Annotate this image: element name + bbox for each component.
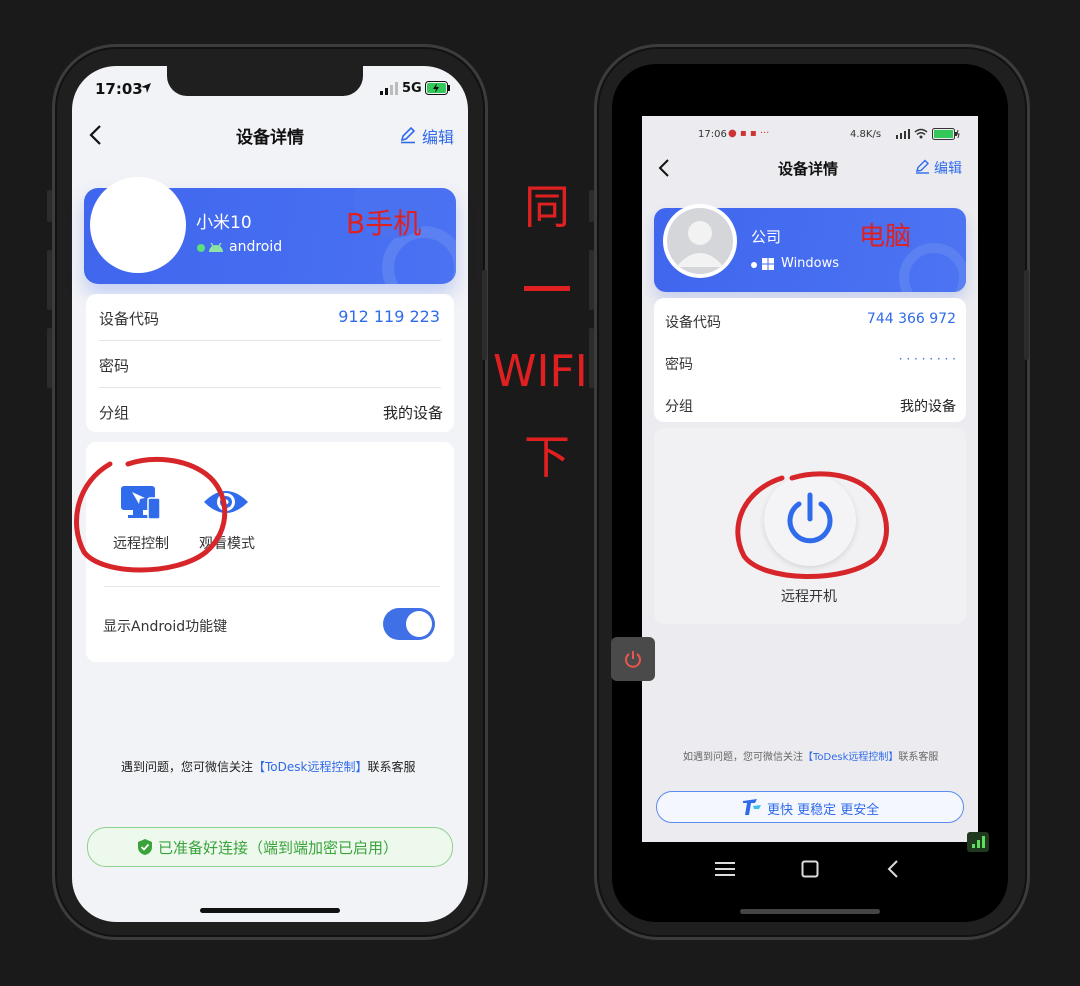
device-name: 小米10 <box>196 213 252 233</box>
left-phone-volume-up <box>47 250 52 310</box>
toggle-knob <box>406 611 432 637</box>
r-power-label: 远程开机 <box>781 589 837 605</box>
r-device-code-value: 744 366 972 <box>866 311 956 327</box>
nav-back-icon[interactable] <box>886 859 900 879</box>
r-battery-icon <box>932 128 960 140</box>
device-os: android <box>229 239 283 255</box>
r-status-speed: 4.8K/s <box>850 129 882 140</box>
r-edit-pencil-icon[interactable] <box>915 159 930 174</box>
promo-banner-text: 更快 更稳定 更安全 <box>767 803 880 818</box>
annotation-b-phone: B手机 <box>346 207 422 240</box>
device-code-value: 912 119 223 <box>338 307 440 326</box>
network-type: 5G <box>402 81 422 96</box>
home-square-icon[interactable] <box>801 860 819 878</box>
floating-power-icon <box>625 651 641 668</box>
left-phone-power-key <box>482 270 487 360</box>
edit-pencil-icon[interactable] <box>399 126 417 144</box>
annotation-same: 同 <box>524 180 570 234</box>
right-phone-notch <box>710 64 906 94</box>
device-code-label: 设备代码 <box>99 310 160 328</box>
divider <box>104 586 440 587</box>
r-status-notification-icons: ● ▪ ▪ ··· <box>728 128 770 139</box>
divider <box>99 340 441 341</box>
annotation-under: 下 <box>524 430 570 484</box>
menu-lines-icon[interactable] <box>714 861 736 877</box>
back-chevron-icon[interactable] <box>88 124 104 146</box>
device-avatar <box>90 177 186 273</box>
todesk-wechat-link[interactable]: 【ToDesk远程控制】 <box>253 760 367 774</box>
right-phone-volume-down <box>589 328 594 388</box>
r-signal-icon <box>896 129 910 139</box>
annotation-computer: 电脑 <box>859 222 912 252</box>
r-edit-button[interactable]: 编辑 <box>934 158 962 178</box>
r-page-title: 设备详情 <box>778 160 839 178</box>
online-status-dot <box>197 244 205 252</box>
floating-power-shortcut[interactable] <box>611 637 655 681</box>
r-device-code-label: 设备代码 <box>665 315 721 331</box>
r-back-chevron-icon[interactable] <box>657 158 671 178</box>
shield-check-icon <box>138 839 152 855</box>
help-suffix: 联系客服 <box>367 760 416 774</box>
divider <box>99 387 441 388</box>
battery-charging-icon <box>425 81 450 95</box>
right-phone-power-key <box>1024 270 1029 360</box>
signal-quality-icon <box>967 832 989 852</box>
r-device-avatar <box>663 204 737 278</box>
status-time: 17:03 <box>95 80 143 98</box>
r-online-dot <box>751 262 757 268</box>
todesk-logo-icon <box>743 799 761 815</box>
r-todesk-wechat-link[interactable]: 【ToDesk远程控制】 <box>803 752 898 763</box>
home-indicator <box>200 908 340 913</box>
help-text: 遇到问题，您可微信关注【ToDesk远程控制】联系客服 <box>121 758 416 775</box>
left-phone-volume-down <box>47 328 52 388</box>
left-phone-side-button <box>47 190 52 222</box>
windows-icon <box>762 258 774 270</box>
r-password-label[interactable]: 密码 <box>665 354 693 374</box>
connection-status-text: 已准备好连接（端到端加密已启用） <box>158 839 399 857</box>
r-help-prefix: 如遇到问题，您可微信关注 <box>683 752 803 763</box>
page-title: 设备详情 <box>236 128 304 148</box>
r-wifi-icon <box>914 128 928 139</box>
r-status-time: 17:06 <box>698 129 727 140</box>
annotation-one-dash <box>524 286 570 291</box>
r-device-name: 公司 <box>751 228 782 246</box>
location-arrow-icon <box>141 83 151 93</box>
android-keys-toggle[interactable] <box>383 608 435 640</box>
r-device-os: Windows <box>781 256 840 271</box>
right-phone-volume-up <box>589 250 594 310</box>
red-circle-annotation <box>74 456 228 573</box>
r-help-text: 如遇到问题，您可微信关注【ToDesk远程控制】联系客服 <box>683 748 938 763</box>
r-help-suffix: 联系客服 <box>898 752 939 763</box>
android-icon <box>209 242 223 252</box>
password-label[interactable]: 密码 <box>99 355 129 376</box>
connection-status-pill: 已准备好连接（端到端加密已启用） <box>87 827 453 867</box>
r-home-indicator <box>740 909 880 914</box>
left-phone-notch <box>167 64 363 96</box>
r-red-circle-annotation <box>735 471 889 579</box>
right-phone-side-button <box>589 190 594 222</box>
group-label[interactable]: 分组 <box>99 402 129 423</box>
signal-bars-icon <box>380 82 398 95</box>
android-keys-label: 显示Android功能键 <box>103 619 228 635</box>
r-group-label[interactable]: 分组 <box>665 396 693 416</box>
r-password-value: · · · · · · · · <box>898 352 956 366</box>
annotation-wifi: WIFI <box>493 346 588 397</box>
group-value[interactable]: 我的设备 <box>300 402 443 423</box>
r-group-value[interactable]: 我的设备 <box>820 396 956 416</box>
help-prefix: 遇到问题，您可微信关注 <box>121 760 254 774</box>
edit-button[interactable]: 编辑 <box>422 124 454 148</box>
promo-banner-button[interactable]: 更快 更稳定 更安全 <box>656 791 964 823</box>
